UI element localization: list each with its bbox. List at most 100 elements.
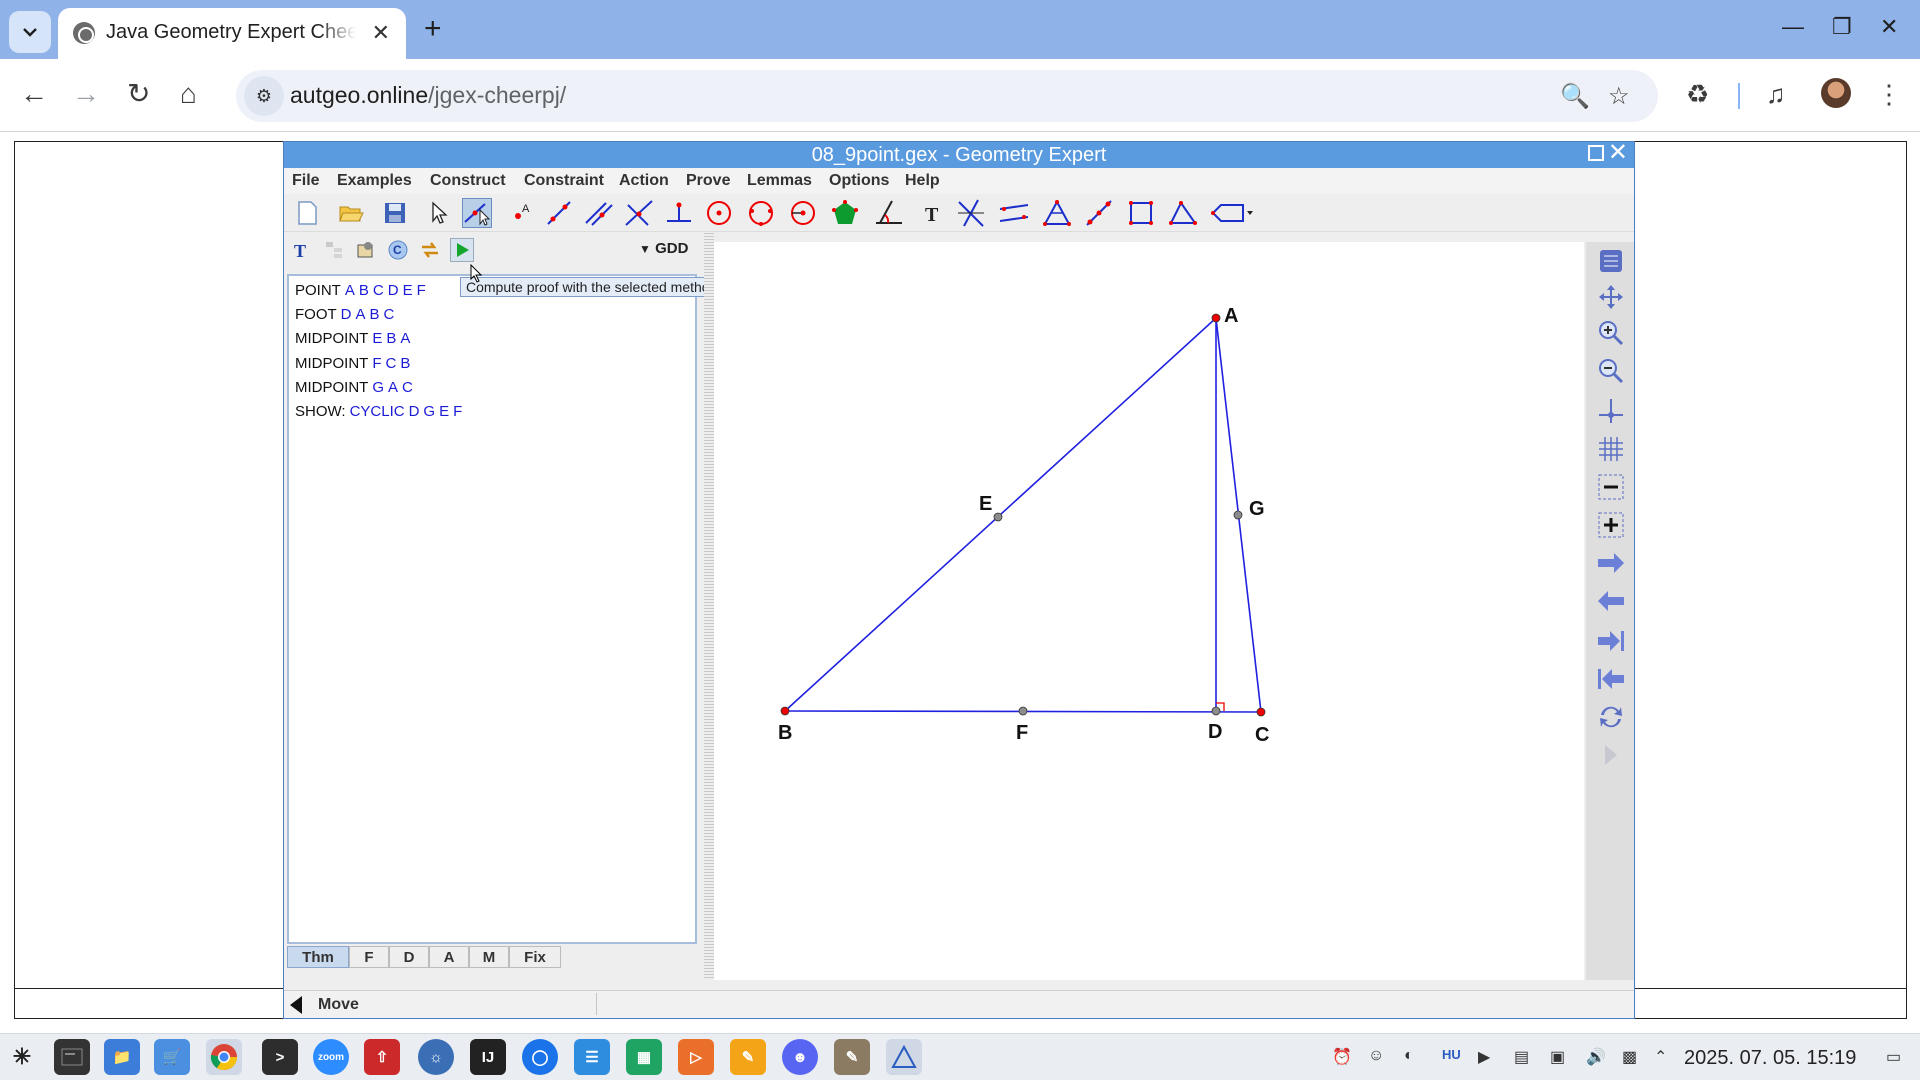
intersection-tool-icon[interactable]: [956, 198, 986, 228]
gimp-app-icon[interactable]: ✎: [834, 1039, 870, 1075]
keep-app-icon[interactable]: ✎: [730, 1039, 766, 1075]
menu-options[interactable]: Options: [829, 172, 889, 190]
files-app-icon[interactable]: 📁: [104, 1039, 140, 1075]
menu-examples[interactable]: Examples: [337, 172, 412, 190]
foot-tool-icon[interactable]: [664, 198, 694, 228]
new-file-icon[interactable]: [292, 198, 322, 228]
zoom-in-icon[interactable]: [1596, 318, 1626, 348]
tray-expand-icon[interactable]: ⌃: [1654, 1047, 1667, 1067]
theorem-argument[interactable]: C: [384, 306, 395, 323]
move-tool-icon[interactable]: [462, 198, 492, 228]
point-g[interactable]: [1233, 510, 1243, 520]
theorem-argument[interactable]: B: [400, 355, 410, 372]
theorem-line[interactable]: FOOT D A B C: [295, 306, 394, 323]
bookmark-star-icon[interactable]: ☆: [1608, 82, 1630, 111]
more-menu-icon[interactable]: ⋮: [1876, 79, 1902, 110]
clock[interactable]: 2025. 07. 05. 15:19: [1684, 1047, 1856, 1070]
address-bar[interactable]: ⚙ autgeo.online/jgex-cheerpj/ 🔍 ☆: [236, 70, 1658, 122]
line-tool-icon[interactable]: [544, 198, 574, 228]
discord-app-icon[interactable]: ☻: [782, 1039, 818, 1075]
select-arrow-icon[interactable]: [424, 198, 454, 228]
console-app-icon[interactable]: >: [262, 1039, 298, 1075]
restore-icon[interactable]: ❐: [1832, 14, 1852, 40]
text-format-icon[interactable]: T: [290, 238, 314, 262]
menu-construct[interactable]: Construct: [430, 172, 506, 190]
alarm-tray-icon[interactable]: ⏰: [1332, 1047, 1352, 1067]
panel-splitter[interactable]: [704, 232, 714, 980]
back-icon[interactable]: ←: [20, 79, 48, 109]
theorem-line[interactable]: POINT A B C D E F: [295, 282, 426, 299]
theorem-argument[interactable]: A: [388, 379, 398, 396]
browser-tab[interactable]: Java Geometry Expert Cheerpj ✕: [58, 8, 406, 59]
circle-radius-icon[interactable]: [788, 198, 818, 228]
theorem-argument[interactable]: E: [372, 330, 382, 347]
circle-tool-icon[interactable]: [704, 198, 734, 228]
display-tray-icon[interactable]: ▣: [1550, 1047, 1565, 1067]
angle-tool-icon[interactable]: [874, 198, 904, 228]
menu-constraint[interactable]: Constraint: [524, 172, 604, 190]
tab-search-button[interactable]: [9, 11, 51, 53]
geometry-app-icon[interactable]: [886, 1039, 922, 1075]
tab-a[interactable]: A: [429, 946, 469, 968]
arrow-right-icon[interactable]: [1596, 548, 1626, 578]
theorem-argument[interactable]: B: [370, 306, 380, 323]
point-f[interactable]: [1018, 706, 1028, 716]
copyright-icon[interactable]: C: [386, 238, 410, 262]
status-arrow-icon[interactable]: [290, 996, 302, 1014]
point-a[interactable]: [1211, 313, 1221, 323]
tree-view-icon[interactable]: [322, 238, 346, 262]
menu-prove[interactable]: Prove: [686, 172, 730, 190]
sheets-app-icon[interactable]: ▦: [626, 1039, 662, 1075]
media-tray-icon[interactable]: ▶: [1478, 1047, 1490, 1067]
arrow-left-icon[interactable]: [1596, 586, 1626, 616]
theorem-argument[interactable]: C: [373, 282, 384, 299]
ide-app-icon[interactable]: IJ: [470, 1039, 506, 1075]
extensions-icon[interactable]: ♻: [1686, 79, 1709, 110]
theorem-argument[interactable]: CYCLIC: [350, 403, 405, 420]
circle-app-icon[interactable]: ◯: [522, 1039, 558, 1075]
tab-m[interactable]: M: [469, 946, 509, 968]
step-start-icon[interactable]: [1596, 664, 1626, 694]
window-close-icon[interactable]: ✕: [1880, 14, 1898, 40]
origin-axis-icon[interactable]: [1596, 396, 1626, 426]
point-tool-icon[interactable]: A: [506, 198, 536, 228]
save-icon[interactable]: [380, 198, 410, 228]
ruler-tool-icon[interactable]: [1084, 198, 1114, 228]
launcher-icon[interactable]: ✳: [4, 1039, 40, 1075]
chrome-app-icon[interactable]: [206, 1039, 242, 1075]
url-text[interactable]: autgeo.online/jgex-cheerpj/: [290, 82, 566, 109]
step-end-icon[interactable]: [1596, 626, 1626, 656]
forward-icon[interactable]: →: [72, 79, 100, 109]
geometry-figure[interactable]: A B C D E F G: [714, 242, 1584, 980]
zoom-app-icon[interactable]: zoom: [313, 1039, 349, 1075]
grid-expand-icon[interactable]: [1596, 510, 1626, 540]
theorem-argument[interactable]: D: [409, 403, 420, 420]
theorem-argument[interactable]: A: [400, 330, 410, 347]
slides-app-icon[interactable]: ▷: [678, 1039, 714, 1075]
app-maximize-icon[interactable]: [1588, 145, 1604, 161]
point-c[interactable]: [1256, 707, 1266, 717]
perpendicular-line-icon[interactable]: [624, 198, 654, 228]
gear-proof-icon[interactable]: [354, 238, 378, 262]
text-tool-icon[interactable]: T: [918, 198, 948, 228]
triangle-special-icon[interactable]: [1168, 198, 1198, 228]
network-tray-icon[interactable]: ▩: [1622, 1047, 1637, 1067]
theorem-argument[interactable]: F: [372, 355, 381, 372]
upload-app-icon[interactable]: ⇧: [364, 1039, 400, 1075]
store-app-icon[interactable]: 🛒: [154, 1039, 190, 1075]
prover-method-select[interactable]: ▼ GDD: [639, 240, 688, 257]
theorem-argument[interactable]: B: [359, 282, 369, 299]
tab-fix[interactable]: Fix: [509, 946, 561, 968]
run-proof-button[interactable]: [450, 238, 474, 262]
point-e[interactable]: [993, 512, 1003, 522]
app-close-icon[interactable]: ✕: [1608, 140, 1628, 166]
shield-tray-icon[interactable]: ◐: [1404, 1047, 1414, 1065]
gamepad-tray-icon[interactable]: ☺: [1368, 1047, 1384, 1065]
theorem-argument[interactable]: B: [386, 330, 396, 347]
menu-lemmas[interactable]: Lemmas: [747, 172, 812, 190]
pan-move-icon[interactable]: [1596, 282, 1626, 312]
equal-segments-icon[interactable]: [998, 198, 1028, 228]
parallel-line-icon[interactable]: [584, 198, 614, 228]
theorem-argument[interactable]: C: [386, 355, 397, 372]
theorem-argument[interactable]: G: [372, 379, 384, 396]
